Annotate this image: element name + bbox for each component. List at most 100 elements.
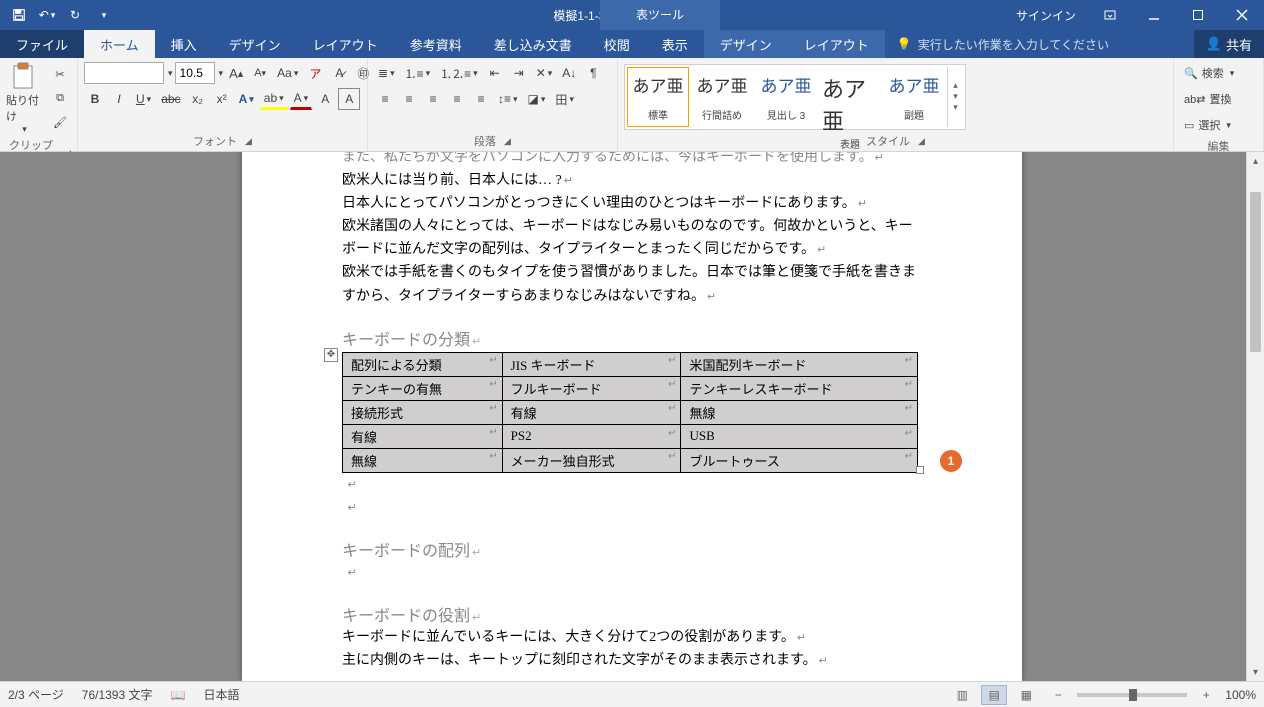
sort-button[interactable]: A↓ [558,62,580,84]
share-button[interactable]: 👤 共有 [1194,30,1264,58]
save-button[interactable] [6,3,32,27]
tab-references[interactable]: 参考資料 [394,30,478,58]
zoom-in-button[interactable]: + [1193,685,1219,705]
line-spacing-button[interactable]: ↕≡▾ [494,88,522,110]
minimize-button[interactable] [1132,0,1176,30]
scroll-thumb[interactable] [1250,192,1261,352]
multilevel-list-button[interactable]: ⒈⒉≡▾ [436,62,482,84]
table-row[interactable]: 有線PS2USB [343,424,918,448]
font-color-button[interactable]: A▾ [290,88,313,110]
subscript-button[interactable]: x₂ [187,88,209,110]
paragraph-empty[interactable] [342,561,922,584]
paste-button[interactable]: 貼り付け ▾ [6,62,41,135]
font-name-dropdown[interactable]: ▾ [168,68,173,79]
tab-file[interactable]: ファイル [0,30,84,58]
zoom-out-button[interactable]: − [1045,685,1071,705]
paragraph[interactable]: 欧米諸国の人々にとっては、キーボードはなじみ易いものなのです。何故かというと、キ… [342,215,922,261]
numbering-button[interactable]: ⒈≡▾ [401,62,435,84]
align-right-button[interactable]: ≡ [422,88,444,110]
word-count[interactable]: 76/1393 文字 [82,686,153,703]
tab-view[interactable]: 表示 [646,30,704,58]
undo-button[interactable]: ↶▾ [34,3,60,27]
font-size-input[interactable] [175,62,215,84]
decrease-indent-button[interactable]: ⇤ [484,62,506,84]
paragraph-dialog-launcher[interactable]: ◢ [504,136,511,147]
table-row[interactable]: テンキーの有無フルキーボードテンキーレスキーボード [343,376,918,400]
strikethrough-button[interactable]: abc [157,88,184,110]
shrink-font-button[interactable]: A▾ [249,62,271,84]
increase-indent-button[interactable]: ⇥ [508,62,530,84]
scroll-up-arrow[interactable]: ▴ [1247,152,1264,170]
redo-button[interactable]: ↻ [62,3,88,27]
paragraph[interactable]: 日本人にとってパソコンがとっつきにくい理由のひとつはキーボードにあります。 [342,192,922,215]
tab-mailings[interactable]: 差し込み文書 [478,30,588,58]
borders-button[interactable]: 田▾ [551,88,578,110]
align-center-button[interactable]: ≡ [398,88,420,110]
phonetic-guide-button[interactable]: ア [304,62,326,84]
align-left-button[interactable]: ≡ [374,88,396,110]
change-case-button[interactable]: Aa▾ [273,62,302,84]
zoom-level[interactable]: 100% [1225,688,1256,702]
paragraph[interactable]: キーボードに並んでいるキーには、大きく分けて2つの役割があります。 [342,626,922,649]
keyboard-table[interactable]: 配列による分類JIS キーボード米国配列キーボード テンキーの有無フルキーボード… [342,352,918,473]
web-layout-button[interactable]: ▦ [1013,685,1039,705]
font-name-input[interactable] [84,62,164,84]
scroll-down-arrow[interactable]: ▾ [1247,663,1264,681]
tab-table-design[interactable]: デザイン [704,30,788,58]
heading[interactable]: キーボードの役割 [342,602,922,626]
paragraph[interactable]: 欧米では手紙を書くのもタイプを使う習慣がありました。日本では筆と便箋で手紙を書き… [342,261,922,307]
table-row[interactable]: 接続形式有線無線 [343,400,918,424]
clear-formatting-button[interactable]: A̷ [328,62,350,84]
spellcheck-icon[interactable]: 📖 [171,688,186,702]
bullets-button[interactable]: ≣▾ [374,62,399,84]
select-button[interactable]: ▭ 選択▾ [1180,114,1257,136]
font-dialog-launcher[interactable]: ◢ [245,136,252,147]
asian-layout-button[interactable]: ✕▾ [532,62,557,84]
highlight-button[interactable]: ab▾ [260,88,288,110]
table-move-handle[interactable]: ✥ [324,348,338,362]
distributed-button[interactable]: ≡ [470,88,492,110]
ribbon-display-options[interactable] [1088,0,1132,30]
signin-button[interactable]: サインイン [1004,7,1088,24]
style-title[interactable]: あア亜表題 [819,67,881,127]
grow-font-button[interactable]: A▴ [225,62,247,84]
bold-button[interactable]: B [84,88,106,110]
char-shading-button[interactable]: A [314,88,336,110]
tab-design[interactable]: デザイン [213,30,297,58]
paragraph-empty[interactable] [342,473,922,496]
table-row[interactable]: 配列による分類JIS キーボード米国配列キーボード [343,352,918,376]
replace-button[interactable]: ab⇄ 置換 [1180,88,1257,110]
format-painter-button[interactable]: 🖌 [49,113,71,133]
paragraph[interactable]: また、私たちが文字をパソコンに入力するためには、今はキーボードを使用します。 [342,152,922,169]
tell-me[interactable]: 💡 実行したい作業を入力してください [885,30,1194,58]
tab-insert[interactable]: 挿入 [155,30,213,58]
page-count[interactable]: 2/3 ページ [8,686,64,703]
read-mode-button[interactable]: ▥ [949,685,975,705]
style-heading3[interactable]: あア亜見出し 3 [755,67,817,127]
heading[interactable]: キーボードの配列 [342,537,922,561]
style-gallery-more[interactable]: ▴▾▾ [947,67,963,127]
qat-customize[interactable]: ▾ [90,3,116,27]
paragraph[interactable]: 主に内側のキーは、キートップに刻印された文字がそのまま表示されます。 [342,649,922,672]
language-status[interactable]: 日本語 [203,686,239,703]
cut-button[interactable]: ✂ [49,65,71,85]
tab-review[interactable]: 校閲 [588,30,646,58]
table-row[interactable]: 無線メーカー独自形式ブルートゥース [343,448,918,472]
paragraph[interactable]: 欧米人には当り前、日本人には… ? [342,169,922,192]
text-effects-button[interactable]: A▾ [235,88,258,110]
italic-button[interactable]: I [108,88,130,110]
maximize-button[interactable] [1176,0,1220,30]
style-subtitle[interactable]: あア亜副題 [883,67,945,127]
superscript-button[interactable]: x² [211,88,233,110]
close-button[interactable] [1220,0,1264,30]
vertical-scrollbar[interactable]: ▴ ▾ [1246,152,1264,681]
copy-button[interactable]: ⧉ [49,89,71,109]
shading-button[interactable]: ◪▾ [524,88,550,110]
tab-table-layout[interactable]: レイアウト [788,30,885,58]
style-normal[interactable]: あア亜標準 [627,67,689,127]
tab-home[interactable]: ホーム [84,30,155,58]
underline-button[interactable]: U▾ [132,88,155,110]
char-border-button[interactable]: A [338,88,360,110]
find-button[interactable]: 🔍 検索▾ [1180,62,1257,84]
print-layout-button[interactable]: ▤ [981,685,1007,705]
